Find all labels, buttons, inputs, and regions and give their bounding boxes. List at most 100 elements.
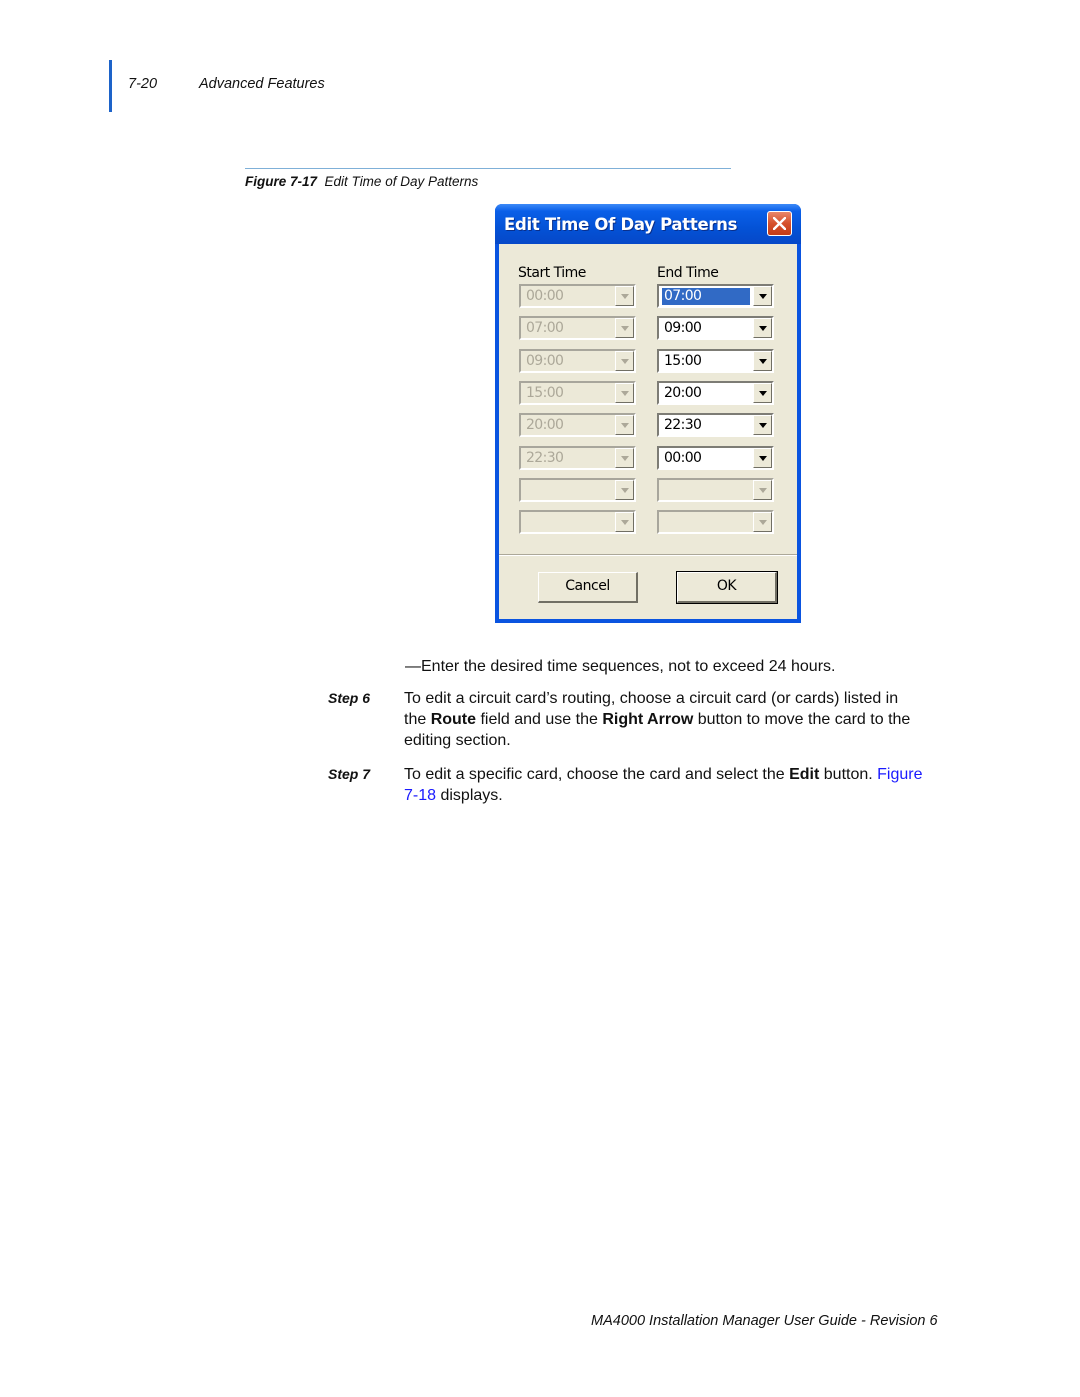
start-time-combo [519, 478, 636, 502]
step-6-line-1: To edit a circuit card’s routing, choose… [404, 690, 899, 707]
figure-7-18-link-cont[interactable]: 7-18 [404, 787, 436, 804]
right-arrow-term: Right Arrow [602, 711, 694, 728]
end-time-value [662, 514, 666, 531]
start-time-combo: 20:00 [519, 413, 636, 437]
start-time-combo: 09:00 [519, 349, 636, 373]
start-time-value [524, 514, 528, 531]
page-number: 7-20 [128, 76, 158, 92]
figure-label: Figure 7-17 [245, 174, 318, 189]
chevron-down-icon [759, 294, 767, 299]
chevron-down-icon [759, 520, 767, 525]
step-6-label: Step 6 [328, 690, 371, 706]
end-time-combo[interactable]: 15:00 [657, 349, 774, 373]
step-7-text-fragment: button. [819, 766, 878, 783]
start-time-value: 07:00 [526, 320, 564, 336]
chevron-down-icon [759, 456, 767, 461]
step-6-text-fragment: button to move the card to the [693, 711, 911, 728]
dropdown-button [615, 415, 634, 435]
step-7-text: To edit a specific card, choose the card… [404, 764, 984, 806]
dropdown-button [615, 318, 634, 338]
chevron-down-icon [621, 391, 629, 396]
step-7-text-fragment: To edit a specific card, choose the card… [404, 766, 790, 783]
figure-caption: Figure 7-17 Edit Time of Day Patterns [245, 174, 478, 189]
start-time-value: 20:00 [526, 417, 564, 433]
dropdown-button [753, 480, 772, 500]
end-time-combo[interactable]: 20:00 [657, 381, 774, 405]
step-6-text-fragment: the [404, 711, 431, 728]
step-7-text-fragment: displays. [436, 787, 503, 804]
chevron-down-icon [621, 456, 629, 461]
figure-rule [245, 168, 731, 169]
dropdown-button [615, 286, 634, 306]
step-6-line-3: editing section. [404, 732, 511, 749]
chevron-down-icon [759, 423, 767, 428]
edit-term: Edit [789, 766, 820, 783]
close-icon [773, 217, 786, 230]
dropdown-button [615, 351, 634, 371]
dropdown-button [615, 383, 634, 403]
dialog-title: Edit Time Of Day Patterns [504, 215, 738, 234]
end-time-combo[interactable]: 00:00 [657, 446, 774, 470]
start-time-combo [519, 510, 636, 534]
dropdown-button[interactable] [753, 383, 772, 403]
cancel-button[interactable]: Cancel [538, 572, 638, 603]
chevron-down-icon [759, 359, 767, 364]
step-6-text: To edit a circuit card’s routing, choose… [404, 688, 984, 751]
dialog-body: Start Time End Time 00:00 07:00 07:00 09:00… [499, 244, 797, 619]
end-time-combo[interactable]: 22:30 [657, 413, 774, 437]
end-time-value: 22:30 [664, 417, 702, 433]
start-time-value: 22:30 [526, 450, 564, 466]
dropdown-button [753, 512, 772, 532]
dropdown-button[interactable] [753, 318, 772, 338]
end-time-value [662, 482, 666, 499]
chevron-down-icon [621, 326, 629, 331]
chevron-down-icon [621, 294, 629, 299]
end-time-combo [657, 510, 774, 534]
end-time-combo[interactable]: 09:00 [657, 316, 774, 340]
start-time-label: Start Time [518, 265, 586, 281]
start-time-value: 15:00 [526, 385, 564, 401]
end-time-value: 15:00 [664, 353, 702, 369]
chevron-down-icon [621, 359, 629, 364]
start-time-combo: 22:30 [519, 446, 636, 470]
step-6-text-fragment: field and use the [476, 711, 603, 728]
chevron-down-icon [621, 520, 629, 525]
start-time-combo: 07:00 [519, 316, 636, 340]
step-7-label: Step 7 [328, 766, 371, 782]
chevron-down-icon [759, 326, 767, 331]
dropdown-button[interactable] [753, 448, 772, 468]
dialog-titlebar[interactable]: Edit Time Of Day Patterns [495, 204, 801, 244]
chevron-down-icon [621, 423, 629, 428]
end-time-value: 07:00 [662, 288, 750, 305]
dropdown-button[interactable] [753, 286, 772, 306]
close-button[interactable] [767, 211, 792, 236]
margin-accent-bar [109, 60, 112, 112]
page-footer: MA4000 Installation Manager User Guide -… [591, 1313, 938, 1329]
end-time-combo [657, 478, 774, 502]
dropdown-button[interactable] [753, 415, 772, 435]
chevron-down-icon [621, 488, 629, 493]
dropdown-button [615, 512, 634, 532]
edit-time-of-day-dialog: Edit Time Of Day Patterns Start Time End… [495, 204, 801, 623]
figure-title: Edit Time of Day Patterns [324, 174, 479, 189]
dialog-separator [499, 554, 797, 556]
note-text: —Enter the desired time sequences, not t… [405, 658, 836, 675]
figure-7-18-link[interactable]: Figure [877, 766, 922, 783]
chevron-down-icon [759, 391, 767, 396]
section-title: Advanced Features [199, 76, 325, 92]
start-time-combo: 15:00 [519, 381, 636, 405]
end-time-combo[interactable]: 07:00 [657, 284, 774, 308]
end-time-label: End Time [657, 265, 719, 281]
start-time-value: 09:00 [526, 353, 564, 369]
dropdown-button [615, 480, 634, 500]
ok-button[interactable]: OK [676, 571, 778, 604]
start-time-value: 00:00 [526, 288, 564, 304]
start-time-combo: 00:00 [519, 284, 636, 308]
end-time-value: 00:00 [664, 450, 702, 466]
dropdown-button [615, 448, 634, 468]
start-time-value [524, 482, 528, 499]
end-time-value: 20:00 [664, 385, 702, 401]
route-term: Route [430, 711, 477, 728]
dropdown-button[interactable] [753, 351, 772, 371]
end-time-value: 09:00 [664, 320, 702, 336]
